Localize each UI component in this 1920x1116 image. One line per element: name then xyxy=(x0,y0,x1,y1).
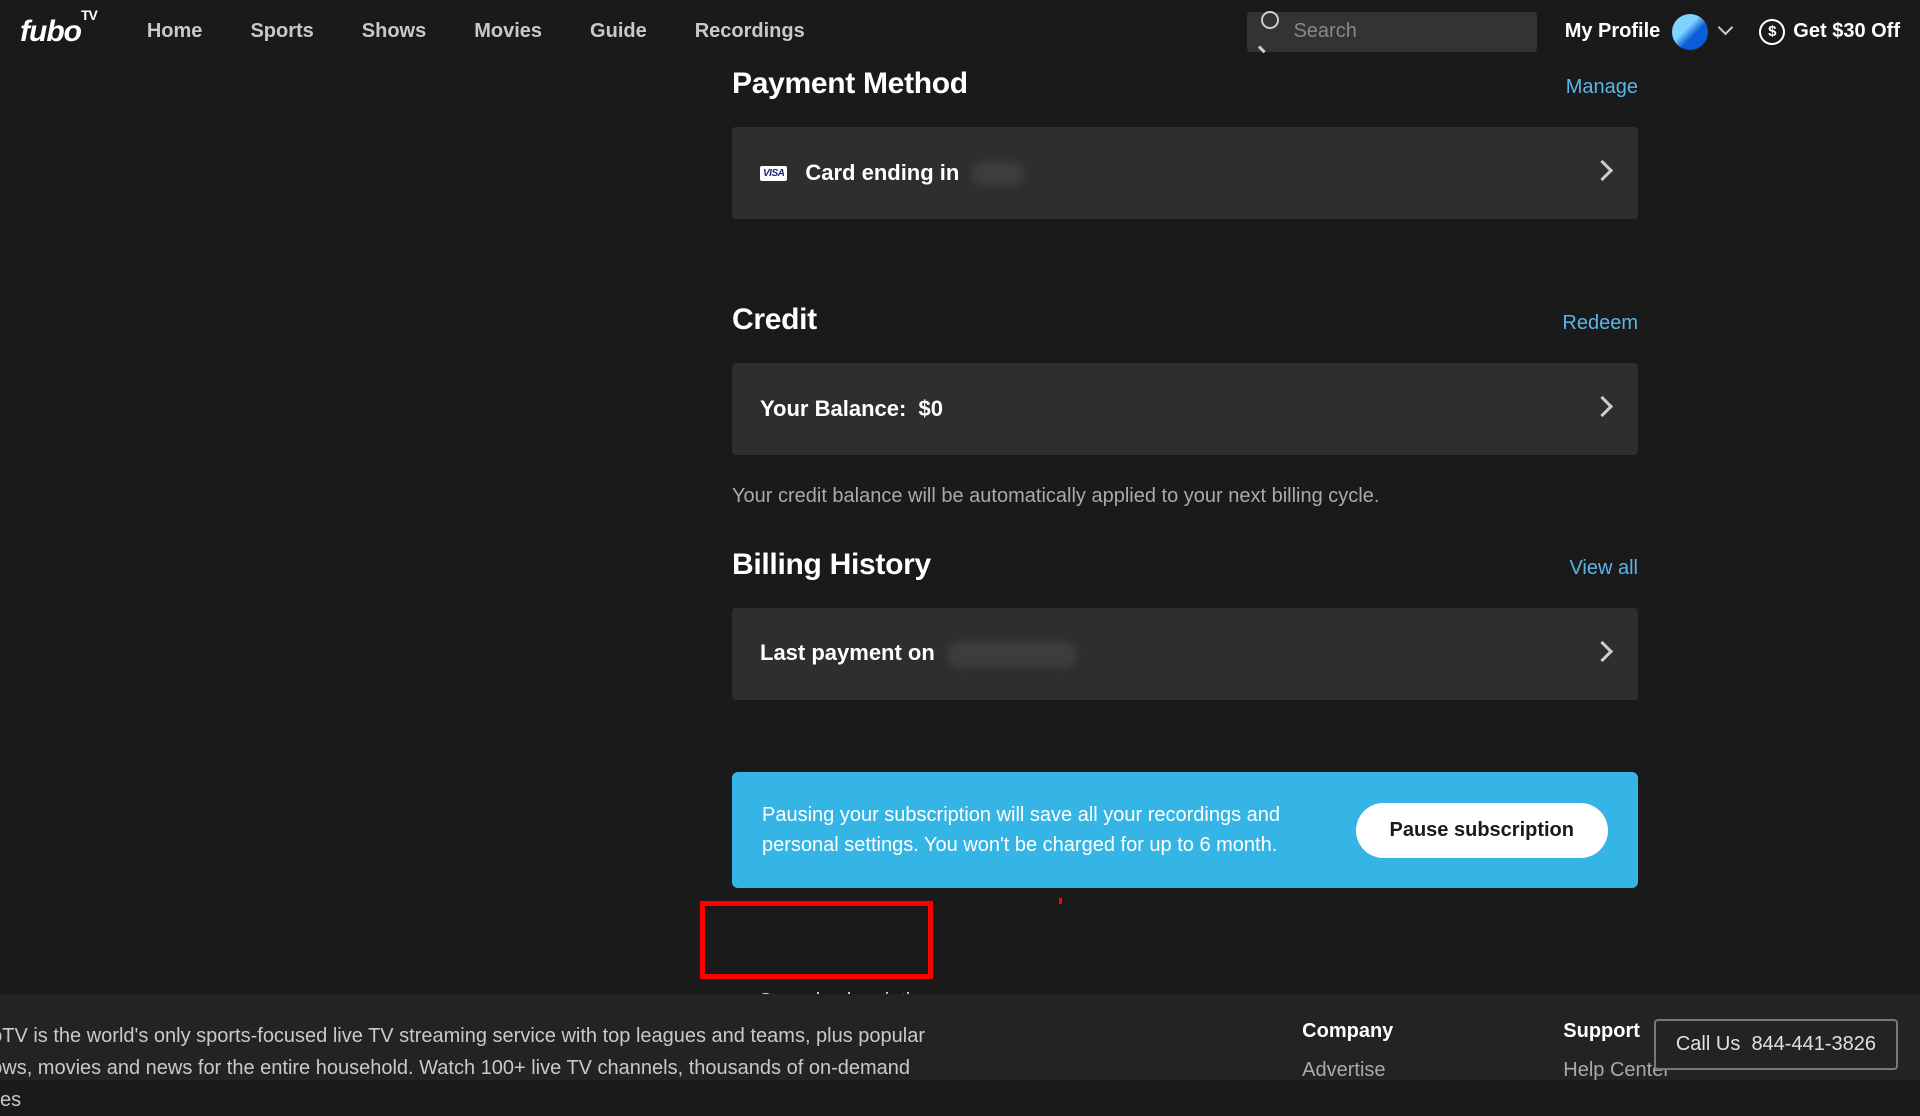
annotation-dot xyxy=(1059,898,1062,904)
credit-balance-row[interactable]: Your Balance: $0 xyxy=(732,363,1638,455)
offer-link[interactable]: $ Get $30 Off xyxy=(1759,19,1900,45)
payment-title: Payment Method xyxy=(732,67,968,101)
payment-manage-link[interactable]: Manage xyxy=(1566,76,1638,99)
nav-movies[interactable]: Movies xyxy=(474,20,542,43)
nav-guide[interactable]: Guide xyxy=(590,20,647,43)
visa-icon: VISA xyxy=(760,166,787,181)
payment-section-head: Payment Method Manage xyxy=(732,67,1638,101)
dollar-icon: $ xyxy=(1759,19,1785,45)
credit-title: Credit xyxy=(732,303,817,337)
nav-shows[interactable]: Shows xyxy=(362,20,426,43)
billing-last-payment-text: Last payment on xyxy=(760,640,1077,667)
card-last4-redacted xyxy=(971,162,1025,186)
payment-card-left: VISA Card ending in xyxy=(760,160,1025,186)
billing-left: Last payment on xyxy=(760,640,1077,667)
footer-columns: Company Advertise Support Help Center xyxy=(1302,1020,1670,1080)
payment-card-text: Card ending in xyxy=(805,160,1025,186)
credit-redeem-link[interactable]: Redeem xyxy=(1562,312,1638,335)
chevron-right-icon xyxy=(1595,644,1610,664)
footer-about-text: boTV is the world's only sports-focused … xyxy=(0,1020,940,1080)
chevron-right-icon xyxy=(1595,163,1610,183)
avatar xyxy=(1672,14,1708,50)
chevron-right-icon xyxy=(1595,399,1610,419)
credit-balance-text: Your Balance: $0 xyxy=(760,396,943,422)
payment-card-row[interactable]: VISA Card ending in xyxy=(732,127,1638,219)
chevron-down-icon xyxy=(1720,23,1731,41)
footer-company-col: Company Advertise xyxy=(1302,1020,1393,1080)
search-box[interactable] xyxy=(1247,12,1537,52)
billing-viewall-link[interactable]: View all xyxy=(1569,557,1638,580)
search-input[interactable] xyxy=(1293,20,1522,43)
nav-sports[interactable]: Sports xyxy=(250,20,313,43)
pause-subscription-button[interactable]: Pause subscription xyxy=(1356,803,1609,858)
call-us-number: 844-441-3826 xyxy=(1751,1033,1876,1055)
footer-advertise-link[interactable]: Advertise xyxy=(1302,1059,1393,1082)
offer-label: Get $30 Off xyxy=(1793,20,1900,43)
credit-balance-label: Your Balance: xyxy=(760,396,906,421)
pause-banner-text: Pausing your subscription will save all … xyxy=(762,800,1292,860)
profile-menu[interactable]: My Profile xyxy=(1565,14,1732,50)
footer-company-title: Company xyxy=(1302,1020,1393,1043)
app-header: fuboTV Home Sports Shows Movies Guide Re… xyxy=(0,0,1920,63)
account-content: Payment Method Manage VISA Card ending i… xyxy=(732,67,1638,1031)
nav-home[interactable]: Home xyxy=(147,20,203,43)
footer: boTV is the world's only sports-focused … xyxy=(0,994,1920,1080)
nav-recordings[interactable]: Recordings xyxy=(695,20,805,43)
billing-last-payment-row[interactable]: Last payment on xyxy=(732,608,1638,700)
logo-suffix: TV xyxy=(81,7,97,23)
billing-title: Billing History xyxy=(732,548,931,582)
profile-label: My Profile xyxy=(1565,20,1661,43)
logo-text: fubo xyxy=(20,15,81,48)
billing-date-redacted xyxy=(947,642,1077,668)
payment-card-prefix: Card ending in xyxy=(805,160,959,185)
call-us-label: Call Us xyxy=(1676,1033,1740,1055)
credit-helper-text: Your credit balance will be automaticall… xyxy=(732,485,1638,508)
credit-section-head: Credit Redeem xyxy=(732,303,1638,337)
credit-left: Your Balance: $0 xyxy=(760,396,943,422)
call-us-button[interactable]: Call Us 844-441-3826 xyxy=(1654,1019,1898,1070)
billing-section-head: Billing History View all xyxy=(732,548,1638,582)
header-right: My Profile $ Get $30 Off xyxy=(1247,12,1900,52)
credit-balance-value: $0 xyxy=(919,396,943,421)
search-icon xyxy=(1261,11,1284,52)
logo[interactable]: fuboTV xyxy=(20,15,97,49)
billing-last-payment-prefix: Last payment on xyxy=(760,640,935,665)
main-nav: Home Sports Shows Movies Guide Recording… xyxy=(147,20,805,43)
pause-subscription-banner: Pausing your subscription will save all … xyxy=(732,772,1638,888)
